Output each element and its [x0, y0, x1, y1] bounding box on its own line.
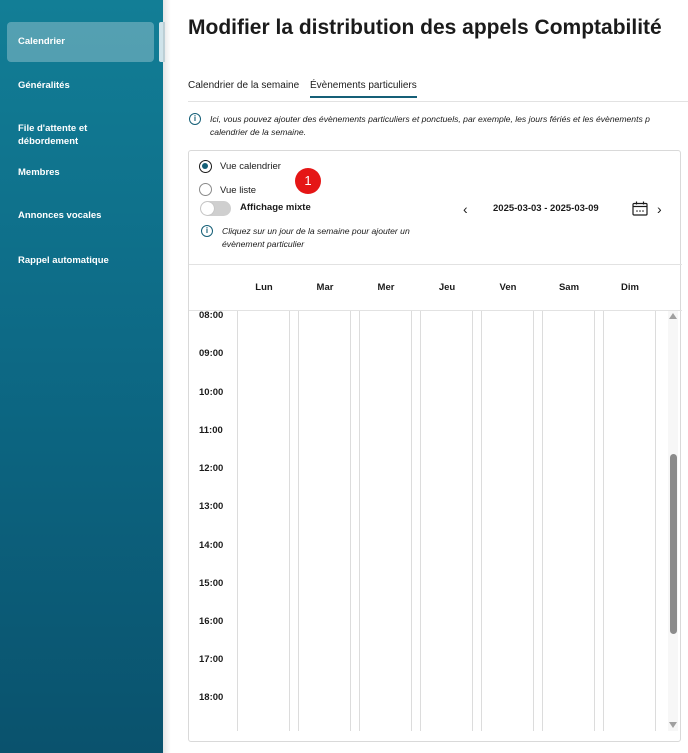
- sidebar-item-rappel-automatique[interactable]: Rappel automatique: [18, 254, 148, 267]
- next-week-button[interactable]: ›: [657, 202, 662, 216]
- hour-label: 15:00: [199, 578, 224, 589]
- affichage-mixte-label: Affichage mixte: [240, 202, 311, 213]
- day-header-jeu[interactable]: Jeu: [427, 282, 467, 293]
- sidebar-item-calendrier[interactable]: Calendrier: [18, 35, 148, 48]
- column-divider: [420, 311, 421, 731]
- tab-divider: [188, 101, 688, 102]
- hour-label: 10:00: [199, 387, 224, 398]
- sidebar-item-annonces-vocales[interactable]: Annonces vocales: [18, 209, 148, 222]
- prev-week-button[interactable]: ‹: [463, 202, 468, 216]
- column-divider: [655, 311, 656, 731]
- help-text: Cliquez sur un jour de la semaine pour a…: [222, 225, 410, 251]
- column-divider: [481, 311, 482, 731]
- column-divider: [542, 311, 543, 731]
- page-title: Modifier la distribution des appels Comp…: [188, 16, 662, 39]
- tab-calendrier-semaine[interactable]: Calendrier de la semaine: [188, 80, 299, 91]
- column-divider: [594, 311, 595, 731]
- hour-label: 16:00: [199, 616, 224, 627]
- column-divider: [350, 311, 351, 731]
- day-header-lun[interactable]: Lun: [244, 282, 284, 293]
- column-divider: [298, 311, 299, 731]
- day-header-sam[interactable]: Sam: [549, 282, 589, 293]
- sidebar-item-file-attente[interactable]: File d'attente et débordement: [18, 122, 113, 148]
- scrollbar-thumb[interactable]: [670, 454, 677, 634]
- info-text-line-1: Ici, vous pouvez ajouter des évènements …: [210, 114, 650, 124]
- radio-vue-calendrier[interactable]: [199, 160, 212, 173]
- hour-label: 14:00: [199, 540, 224, 551]
- hour-label: 08:00: [199, 310, 224, 321]
- calendar-top-divider: [189, 264, 682, 265]
- hour-label: 18:00: [199, 692, 224, 703]
- day-header-dim[interactable]: Dim: [610, 282, 650, 293]
- day-header-mer[interactable]: Mer: [366, 282, 406, 293]
- scroll-up-icon[interactable]: [669, 313, 677, 319]
- sidebar-item-membres[interactable]: Membres: [18, 166, 148, 179]
- info-text: Ici, vous pouvez ajouter des évènements …: [210, 113, 688, 139]
- hour-label: 12:00: [199, 463, 224, 474]
- radio-vue-calendrier-label[interactable]: Vue calendrier: [220, 161, 281, 172]
- sidebar-item-generalites[interactable]: Généralités: [18, 79, 148, 92]
- hour-label: 09:00: [199, 348, 224, 359]
- day-header-ven[interactable]: Ven: [488, 282, 528, 293]
- calendar-panel: Vue calendrier Vue liste Affichage mixte…: [188, 150, 682, 742]
- date-range: 2025-03-03 - 2025-03-09: [493, 203, 599, 214]
- column-divider: [411, 311, 412, 731]
- column-divider: [533, 311, 534, 731]
- scroll-down-icon[interactable]: [669, 722, 677, 728]
- hour-label: 11:00: [199, 425, 223, 436]
- column-divider: [289, 311, 290, 731]
- help-info-icon: i: [201, 225, 213, 237]
- hour-label: 13:00: [199, 501, 224, 512]
- help-text-line-2: évènement particulier: [222, 239, 305, 249]
- info-icon: i: [189, 113, 201, 125]
- hour-label: 17:00: [199, 654, 224, 665]
- sidebar-shadow: [163, 0, 171, 753]
- calendar-picker-icon[interactable]: [632, 201, 648, 216]
- affichage-mixte-toggle[interactable]: [200, 201, 231, 216]
- tab-evenements-particuliers[interactable]: Évènements particuliers: [310, 80, 417, 98]
- column-divider: [472, 311, 473, 731]
- radio-vue-liste-label[interactable]: Vue liste: [220, 185, 256, 196]
- step-badge: 1: [295, 168, 321, 194]
- help-text-line-1: Cliquez sur un jour de la semaine pour a…: [222, 226, 410, 236]
- column-divider: [359, 311, 360, 731]
- sidebar: Calendrier Généralités File d'attente et…: [0, 0, 165, 753]
- calendar-header-divider: [189, 310, 682, 311]
- radio-vue-liste[interactable]: [199, 183, 212, 196]
- day-header-mar[interactable]: Mar: [305, 282, 345, 293]
- info-text-line-2: calendrier de la semaine.: [210, 127, 307, 137]
- column-divider: [603, 311, 604, 731]
- column-divider: [237, 311, 238, 731]
